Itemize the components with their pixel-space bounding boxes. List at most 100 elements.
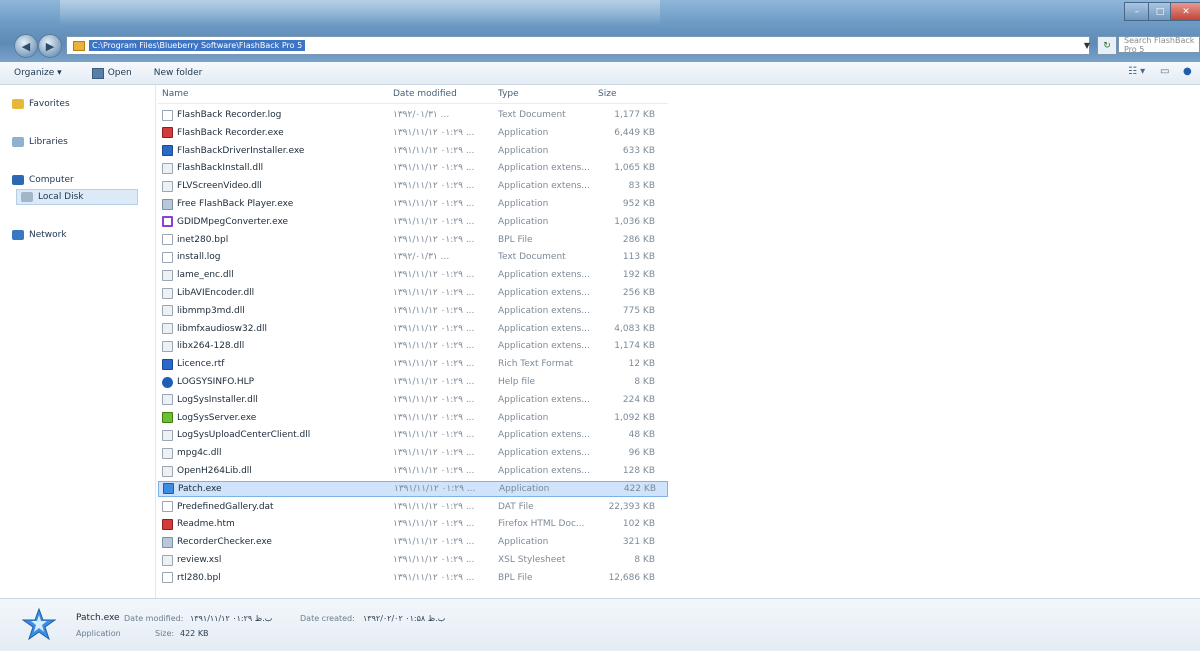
file-row[interactable]: PredefinedGallery.dat ۱۳۹۱/۱۱/۱۲ ۰۱:۲۹ ..… <box>158 499 668 515</box>
file-row[interactable]: FlashBack Recorder.exe ۱۳۹۱/۱۱/۱۲ ۰۱:۲۹ .… <box>158 125 668 141</box>
installer-icon <box>162 145 173 157</box>
file-name-cell: FlashBackInstall.dll <box>162 162 263 174</box>
file-row[interactable]: FlashBackDriverInstaller.exe ۱۳۹۱/۱۱/۱۲ ۰… <box>158 143 668 159</box>
file-date: ۱۳۹۱/۱۱/۱۲ ۰۱:۲۹ ... <box>393 216 475 227</box>
file-size: 12 KB <box>628 359 655 370</box>
file-row[interactable]: install.log ۱۳۹۲/۰۱/۳۱ ... Text Document 11… <box>158 249 668 265</box>
exe-icon <box>162 536 173 548</box>
maximize-button[interactable]: □ <box>1148 2 1172 21</box>
column-header-name[interactable]: Name <box>162 89 189 99</box>
file-row[interactable]: rtl280.bpl ۱۳۹۱/۱۱/۱۲ ۰۱:۲۹ ... BPL File 12… <box>158 570 668 586</box>
file-name: Free FlashBack Player.exe <box>177 199 294 209</box>
file-name-cell: FlashBack Recorder.log <box>162 109 282 121</box>
file-row[interactable]: LibAVIEncoder.dll ۱۳۹۱/۱۱/۱۲ ۰۱:۲۹ ... App… <box>158 285 668 301</box>
file-name: LOGSYSINFO.HLP <box>177 377 255 387</box>
view-options-icon[interactable]: ☷ ▾ <box>1128 66 1145 77</box>
file-row[interactable]: Readme.htm ۱۳۹۱/۱۱/۱۲ ۰۱:۲۹ ... Firefox HT… <box>158 516 668 532</box>
rtf-icon <box>162 358 173 370</box>
new-folder-button[interactable]: New folder <box>154 68 203 78</box>
file-size: 633 KB <box>622 145 655 156</box>
file-name: LogSysUploadCenterClient.dll <box>177 430 311 441</box>
file-name-cell: Free FlashBack Player.exe <box>162 198 294 210</box>
file-type: Application <box>498 537 549 548</box>
address-bar[interactable]: C:\Program Files\Blueberry Software\Flas… <box>66 36 1090 55</box>
file-row[interactable]: LOGSYSINFO.HLP ۱۳۹۱/۱۱/۱۲ ۰۱:۲۹ ... Help f… <box>158 374 668 390</box>
open-button[interactable]: Open <box>91 67 132 79</box>
file-row[interactable]: libx264-128.dll ۱۳۹۱/۱۱/۱۲ ۰۱:۲۹ ... Appli… <box>158 338 668 354</box>
address-path[interactable]: C:\Program Files\Blueberry Software\Flas… <box>89 40 306 51</box>
star-icon <box>12 99 24 109</box>
nav-network[interactable]: Network <box>12 230 67 240</box>
file-size: 321 KB <box>622 537 655 548</box>
back-button[interactable]: ◀ <box>14 34 38 58</box>
minimize-button[interactable]: – <box>1124 2 1150 21</box>
file-row[interactable]: mpg4c.dll ۱۳۹۱/۱۱/۱۲ ۰۱:۲۹ ... Application… <box>158 445 668 461</box>
file-size: 952 KB <box>622 199 655 209</box>
nav-local-disk[interactable]: Local Disk <box>16 189 138 205</box>
refresh-button[interactable]: ↻ <box>1097 36 1117 55</box>
folder-icon <box>73 40 85 51</box>
file-size: 6,449 KB <box>614 127 655 138</box>
organize-button[interactable]: Organize ▾ <box>14 68 62 78</box>
file-row[interactable]: Licence.rtf ۱۳۹۱/۱۱/۱۲ ۰۱:۲۹ ... Rich Text… <box>158 356 668 372</box>
nav-favorites[interactable]: Favorites <box>12 99 70 109</box>
close-button[interactable]: ✕ <box>1170 2 1200 21</box>
file-row[interactable]: inet280.bpl ۱۳۹۱/۱۱/۱۲ ۰۱:۲۹ ... BPL File 2… <box>158 232 668 248</box>
column-header-date[interactable]: Date modified <box>393 89 457 99</box>
file-row[interactable]: GDIDMpegConverter.exe ۱۳۹۱/۱۱/۱۲ ۰۱:۲۹ ..… <box>158 214 668 230</box>
dll-icon <box>162 465 173 477</box>
file-name: libmfxaudiosw32.dll <box>177 323 267 334</box>
file-row-selected[interactable]: Patch.exe ۱۳۹۱/۱۱/۱۲ ۰۱:۲۹ ... Application… <box>158 480 668 497</box>
file-row[interactable]: RecorderChecker.exe ۱۳۹۱/۱۱/۱۲ ۰۱:۲۹ ... A… <box>158 534 668 550</box>
file-size: 48 KB <box>628 430 655 441</box>
file-date: ۱۳۹۱/۱۱/۱۲ ۰۱:۲۹ ... <box>393 466 475 476</box>
file-row[interactable]: FlashBackInstall.dll ۱۳۹۱/۱۱/۱۲ ۰۱:۲۹ ...… <box>158 160 668 176</box>
address-dropdown-button[interactable]: ▼ <box>1080 37 1094 53</box>
file-date: ۱۳۹۱/۱۱/۱۲ ۰۱:۲۹ ... <box>393 323 475 334</box>
file-row[interactable]: lame_enc.dll ۱۳۹۱/۱۱/۱۲ ۰۱:۲۹ ... Applicat… <box>158 267 668 283</box>
dll-icon <box>162 287 173 299</box>
nav-computer[interactable]: Computer <box>12 175 74 185</box>
dll-icon <box>162 447 173 459</box>
nav-network-label: Network <box>29 230 67 240</box>
file-row[interactable]: FLVScreenVideo.dll ۱۳۹۱/۱۱/۱۲ ۰۱:۲۹ ... Ap… <box>158 178 668 194</box>
column-header-size[interactable]: Size <box>598 89 616 99</box>
file-row[interactable]: libmmp3md.dll ۱۳۹۱/۱۱/۱۲ ۰۱:۲۹ ... Applica… <box>158 303 668 319</box>
file-date: ۱۳۹۱/۱۱/۱۲ ۰۱:۲۹ ... <box>393 127 475 138</box>
file-size: 1,177 KB <box>614 110 655 120</box>
file-row[interactable]: libmfxaudiosw32.dll ۱۳۹۱/۱۱/۱۲ ۰۱:۲۹ ... A… <box>158 321 668 337</box>
file-type: Application <box>499 483 550 494</box>
file-name: FlashBack Recorder.log <box>177 110 282 120</box>
forward-button[interactable]: ▶ <box>38 34 62 58</box>
file-row[interactable]: FlashBack Recorder.log ۱۳۹۲/۰۱/۳۱ ... Text… <box>158 107 668 123</box>
file-name-cell: RecorderChecker.exe <box>162 536 272 548</box>
details-pane: Patch.exe Application Date modified: ۱۳۹… <box>0 598 1200 651</box>
file-size: 1,174 KB <box>614 341 655 352</box>
file-row[interactable]: OpenH264Lib.dll ۱۳۹۱/۱۱/۱۲ ۰۱:۲۹ ... Appli… <box>158 463 668 479</box>
file-name-cell: FLVScreenVideo.dll <box>162 180 262 192</box>
file-size: 256 KB <box>622 288 655 298</box>
file-row[interactable]: review.xsl ۱۳۹۱/۱۱/۱۲ ۰۱:۲۹ ... XSL Styles… <box>158 552 668 568</box>
file-type: Application <box>498 127 549 138</box>
file-name-cell: review.xsl <box>162 554 221 566</box>
file-row[interactable]: LogSysUploadCenterClient.dll ۱۳۹۱/۱۱/۱۲ ۰… <box>158 427 668 443</box>
search-input[interactable]: Search FlashBack Pro 5 <box>1118 36 1200 54</box>
doc-icon <box>162 234 173 246</box>
file-row[interactable]: LogSysInstaller.dll ۱۳۹۱/۱۱/۱۲ ۰۱:۲۹ ... A… <box>158 392 668 408</box>
nav-libraries[interactable]: Libraries <box>12 137 68 147</box>
file-size: 286 KB <box>622 234 655 245</box>
file-name: FlashBackDriverInstaller.exe <box>177 145 305 156</box>
file-row[interactable]: Free FlashBack Player.exe ۱۳۹۱/۱۱/۱۲ ۰۱:۲… <box>158 196 668 212</box>
file-name-cell: FlashBack Recorder.exe <box>162 127 284 139</box>
doc-icon <box>162 109 173 121</box>
file-name-cell: Patch.exe <box>163 483 222 495</box>
preview-pane-icon[interactable]: ▭ <box>1160 66 1169 77</box>
file-name: LogSysServer.exe <box>177 412 257 423</box>
file-date: ۱۳۹۱/۱۱/۱۲ ۰۱:۲۹ ... <box>393 412 475 423</box>
help-icon[interactable]: ● <box>1183 66 1192 77</box>
file-name-cell: libmmp3md.dll <box>162 305 245 317</box>
file-row[interactable]: LogSysServer.exe ۱۳۹۱/۱۱/۱۲ ۰۱:۲۹ ... Appl… <box>158 410 668 426</box>
column-header-type[interactable]: Type <box>498 89 519 99</box>
file-name: inet280.bpl <box>177 234 229 245</box>
file-size: 775 KB <box>622 305 655 316</box>
